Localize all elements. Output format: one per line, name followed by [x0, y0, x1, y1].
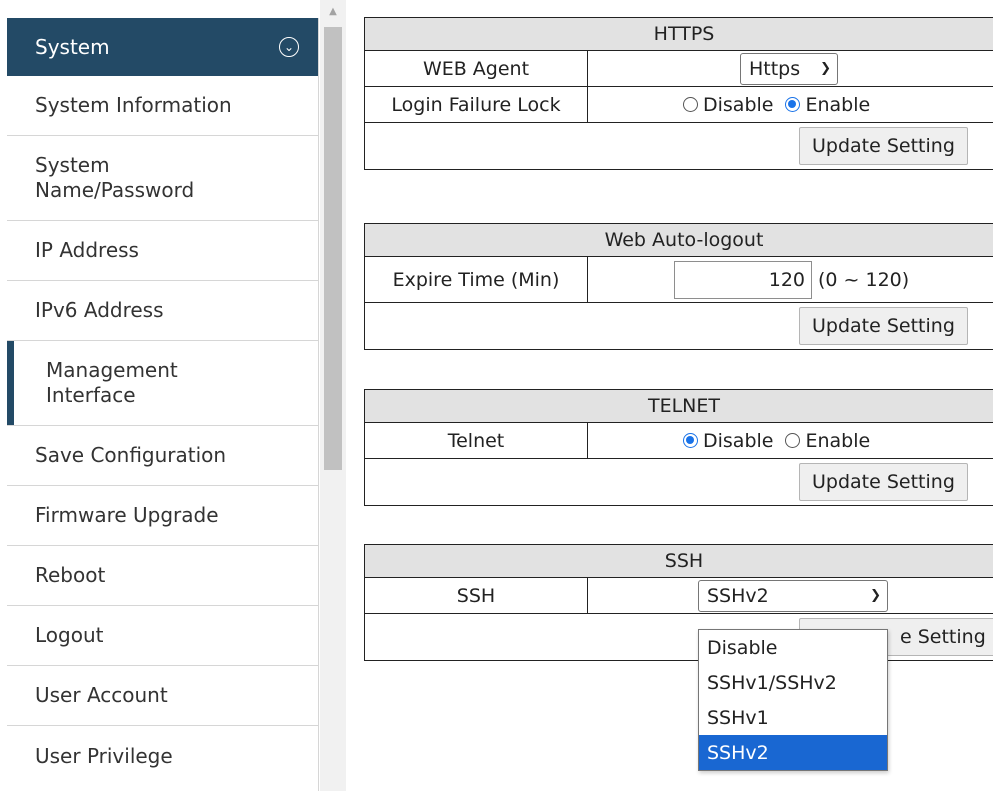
sidebar-item-label: Management Interface [46, 358, 178, 407]
telnet-action-row: Update Setting [365, 459, 993, 505]
sidebar-header-label: System [35, 35, 110, 59]
login-failure-lock-label: Login Failure Lock [365, 87, 588, 122]
expire-time-label: Expire Time (Min) [365, 257, 588, 302]
sidebar-item-label: System Information [35, 93, 232, 117]
sidebar-item-user-account[interactable]: User Account [7, 666, 319, 726]
web-auto-logout-panel: Web Auto-logout Expire Time (Min) 120 (0… [364, 223, 993, 350]
ssh-cell: SSHv2 ❯ [588, 578, 993, 613]
sidebar-item-label: User Privilege [35, 743, 173, 768]
sidebar-divider [318, 18, 319, 791]
expire-time-cell: 120 (0 ~ 120) [588, 257, 993, 302]
ssh-action-row: e Setting [365, 614, 993, 660]
scroll-thumb[interactable] [324, 27, 342, 470]
sidebar-item-save-configuration[interactable]: Save Configuration [7, 426, 319, 486]
radio-enable-label: Enable [805, 93, 871, 116]
telnet-enable-option[interactable]: Enable [785, 430, 870, 452]
https-panel-title: HTTPS [365, 18, 993, 51]
chevron-down-icon[interactable]: ⌄ [279, 37, 299, 57]
sidebar-item-user-privilege[interactable]: User Privilege [7, 726, 319, 786]
ssh-select[interactable]: SSHv2 ❯ [698, 579, 888, 612]
sidebar-header-system[interactable]: System ⌄ [7, 18, 319, 76]
web-agent-select[interactable]: Https ❯ [740, 52, 838, 85]
sidebar-item-system-information[interactable]: System Information [7, 76, 319, 136]
radio-enable-label: Enable [805, 429, 871, 452]
telnet-cell: Disable Enable [588, 423, 993, 458]
sidebar-item-logout[interactable]: Logout [7, 606, 319, 666]
ssh-label: SSH [365, 578, 588, 613]
sidebar-nav: System ⌄ System Information System Name/… [7, 18, 319, 791]
sidebar-item-management-interface[interactable]: Management Interface [7, 341, 319, 426]
ssh-row: SSH SSHv2 ❯ [365, 578, 993, 614]
https-action-row: Update Setting [365, 123, 993, 169]
sidebar-item-label: IPv6 Address [35, 298, 164, 322]
https-update-setting-button[interactable]: Update Setting [799, 127, 968, 165]
ssh-panel: SSH SSH SSHv2 ❯ e Setting [364, 544, 993, 661]
sidebar-item-label: Logout [35, 623, 104, 647]
login-failure-lock-row: Login Failure Lock Disable Enable [365, 87, 993, 123]
ssh-panel-title: SSH [365, 545, 993, 578]
autologout-action-cell: Update Setting [365, 303, 993, 349]
ssh-option-sshv2[interactable]: SSHv2 [699, 735, 887, 770]
sidebar-item-reboot[interactable]: Reboot [7, 546, 319, 606]
login-lock-disable-option[interactable]: Disable [683, 94, 773, 116]
chevron-down-icon: ❯ [870, 588, 881, 603]
expire-time-input[interactable]: 120 [674, 260, 812, 299]
ssh-action-cell: e Setting [365, 614, 993, 660]
telnet-label: Telnet [365, 423, 588, 458]
web-agent-label: WEB Agent [365, 51, 588, 86]
scroll-up-arrow-icon[interactable]: ▲ [320, 0, 346, 22]
login-lock-enable-option[interactable]: Enable [785, 94, 870, 116]
sidebar-item-label: Firmware Upgrade [35, 503, 219, 527]
radio-disable-selected[interactable] [683, 433, 698, 448]
sidebar-item-label: Reboot [35, 563, 106, 587]
radio-disable-label: Disable [703, 429, 774, 452]
https-panel: HTTPS WEB Agent Https ❯ Login Failure Lo… [364, 17, 993, 170]
login-failure-lock-cell: Disable Enable [588, 87, 993, 122]
sidebar-item-ip-address[interactable]: IP Address [7, 221, 319, 281]
ssh-option-sshv1[interactable]: SSHv1 [699, 700, 887, 735]
sidebar-item-label: System Name/Password [35, 153, 195, 202]
https-action-cell: Update Setting [365, 123, 993, 169]
ssh-option-sshv1-sshv2[interactable]: SSHv1/SSHv2 [699, 665, 887, 700]
telnet-update-setting-button[interactable]: Update Setting [799, 463, 968, 501]
sidebar-item-ipv6-address[interactable]: IPv6 Address [7, 281, 319, 341]
autologout-update-setting-button[interactable]: Update Setting [799, 307, 968, 345]
radio-enable[interactable] [785, 433, 801, 448]
radio-disable[interactable] [683, 97, 698, 112]
autologout-action-row: Update Setting [365, 303, 993, 349]
sidebar-item-label: Save Configuration [35, 443, 227, 467]
telnet-panel: TELNET Telnet Disable Enable Update Sett… [364, 389, 993, 506]
web-agent-row: WEB Agent Https ❯ [365, 51, 993, 87]
chevron-down-icon: ❯ [820, 61, 831, 76]
telnet-action-cell: Update Setting [365, 459, 993, 505]
sidebar-item-label: User Account [35, 683, 168, 707]
sidebar-item-system-name-password[interactable]: System Name/Password [7, 136, 319, 221]
web-agent-select-value: Https [749, 57, 801, 80]
ssh-select-value: SSHv2 [707, 584, 769, 607]
sidebar-item-firmware-upgrade[interactable]: Firmware Upgrade [7, 486, 319, 546]
web-auto-logout-panel-title: Web Auto-logout [365, 224, 993, 257]
web-agent-cell: Https ❯ [588, 51, 993, 86]
ssh-option-disable[interactable]: Disable [699, 630, 887, 665]
sidebar-scrollbar[interactable]: ▲ [320, 0, 346, 791]
expire-time-row: Expire Time (Min) 120 (0 ~ 120) [365, 257, 993, 303]
telnet-disable-option[interactable]: Disable [683, 430, 773, 452]
expire-time-range-hint: (0 ~ 120) [818, 268, 910, 291]
radio-enable-selected[interactable] [785, 97, 801, 112]
ssh-dropdown-list: Disable SSHv1/SSHv2 SSHv1 SSHv2 [698, 629, 888, 771]
telnet-row: Telnet Disable Enable [365, 423, 993, 459]
sidebar-item-label: IP Address [35, 238, 139, 262]
telnet-panel-title: TELNET [365, 390, 993, 423]
radio-disable-label: Disable [703, 93, 774, 116]
